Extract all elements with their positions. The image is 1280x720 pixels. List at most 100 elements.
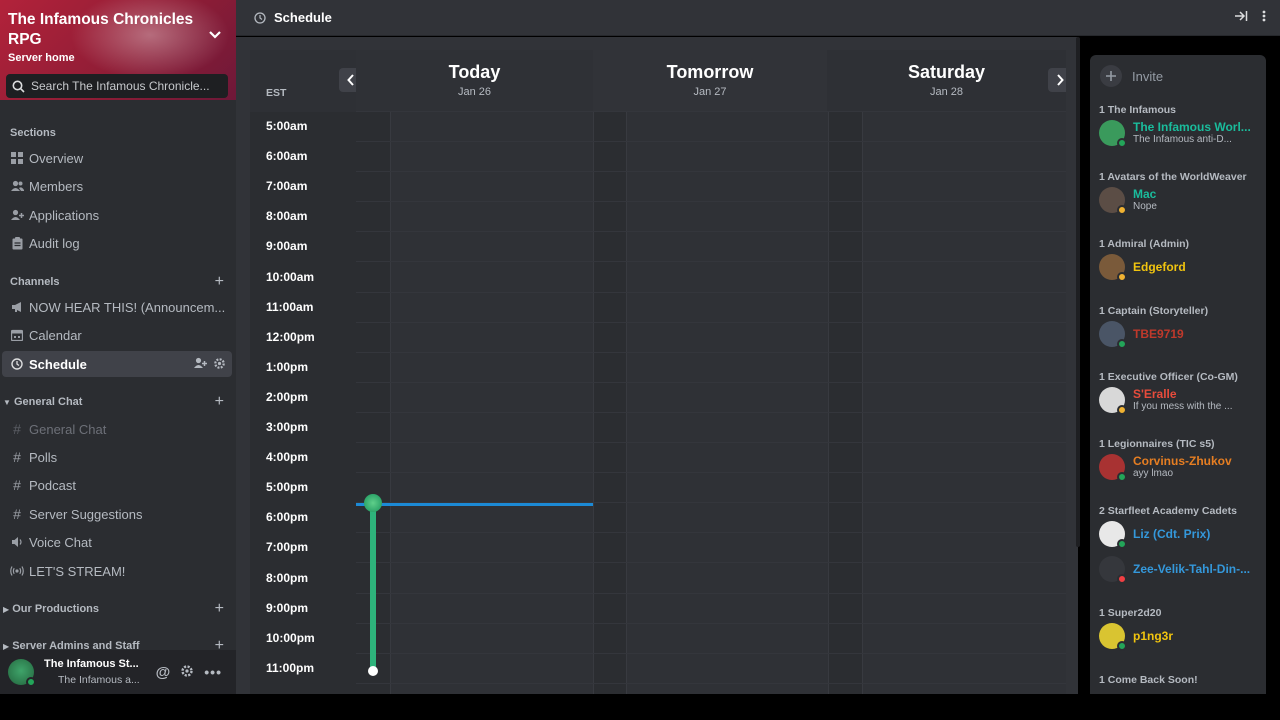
hash-icon: # [13, 421, 21, 437]
user-status: The Infamous a... [58, 674, 140, 686]
add-channel-icon[interactable]: + [215, 274, 224, 290]
presence-status-dot [1117, 405, 1127, 415]
member-list: Invite 1 The Infamous The Infamous Worl..… [1090, 55, 1266, 694]
time-label: 9:00am [266, 239, 308, 254]
member-row[interactable]: S'Eralle If you mess with the ... [1099, 385, 1264, 415]
day-header-today: Today Jan 26 [356, 50, 593, 112]
sections-header: Sections [10, 127, 56, 139]
day-name: Today [448, 62, 501, 82]
sidebar-item-calendar[interactable]: Calendar [2, 322, 232, 348]
member-row[interactable]: The Infamous Worl... The Infamous anti-D.… [1099, 118, 1264, 148]
chevron-down-icon[interactable] [208, 30, 222, 40]
scheduled-event[interactable] [370, 502, 376, 668]
presence-status-dot [1117, 272, 1127, 282]
chevron-left-icon [347, 74, 355, 86]
grid-line [593, 112, 594, 694]
event-end-handle[interactable] [368, 665, 378, 676]
role-header: 1 The Infamous [1099, 104, 1177, 116]
our-productions-header[interactable]: ▶ Our Productions [3, 603, 99, 615]
current-time-indicator [356, 502, 593, 506]
grid-line [356, 442, 1066, 444]
day-header-saturday: Saturday Jan 28 [827, 50, 1066, 112]
chevron-down-icon: ▼ [3, 398, 11, 407]
mention-icon[interactable]: @ [156, 664, 171, 681]
day-date: Jan 27 [693, 86, 727, 98]
more-vertical-icon[interactable] [1262, 10, 1266, 22]
online-status-dot [26, 677, 36, 687]
user-panel: The Infamous St... The Infamous a... @ •… [0, 650, 236, 694]
sidebar-item-label: Server Suggestions [29, 506, 143, 522]
server-home-label: Server home [8, 52, 75, 64]
clipboard-icon [10, 236, 24, 250]
member-status: Nope [1133, 201, 1157, 212]
sidebar-item-label: Schedule [29, 356, 87, 372]
sidebar-item-members[interactable]: Members [2, 173, 232, 199]
member-name: Liz (Cdt. Prix) [1133, 527, 1211, 541]
member-row[interactable]: Edgeford [1099, 252, 1264, 282]
channels-header: Channels [10, 276, 60, 288]
gear-icon[interactable] [180, 664, 194, 681]
server-name[interactable]: The Infamous Chronicles RPG [8, 10, 198, 50]
collapse-panel-icon[interactable] [1234, 10, 1248, 22]
sidebar-item-voice-chat[interactable]: Voice Chat [2, 529, 232, 555]
schedule-calendar: EST Today Jan 26 Tomorrow Jan 27 Saturda… [250, 50, 1066, 694]
avatar[interactable] [8, 659, 36, 687]
gear-icon[interactable] [213, 357, 226, 370]
server-banner[interactable]: The Infamous Chronicles RPG Server home [0, 0, 236, 100]
more-icon[interactable]: ••• [204, 664, 222, 681]
megaphone-icon [10, 300, 24, 314]
member-row[interactable]: p1ng3r [1099, 621, 1264, 651]
sidebar-item-schedule[interactable]: Schedule [2, 351, 232, 377]
server-search[interactable] [6, 74, 228, 98]
sidebar-item-applications[interactable]: Applications [2, 202, 232, 228]
next-days-button[interactable] [1048, 68, 1066, 92]
member-row[interactable]: Liz (Cdt. Prix) [1099, 519, 1264, 549]
member-name: Corvinus-Zhukov [1133, 454, 1232, 468]
sidebar-item-overview[interactable]: Overview [2, 145, 232, 171]
grid-line [356, 682, 1066, 684]
sidebar-item-lets-stream[interactable]: LET'S STREAM! [2, 558, 232, 584]
member-row[interactable]: Zee-Velik-Tahl-Din-... [1099, 554, 1264, 584]
time-label: 11:00pm [266, 660, 315, 675]
general-chat-header[interactable]: ▼ General Chat [3, 396, 82, 408]
presence-status-dot [1117, 138, 1127, 148]
member-row[interactable]: TBE9719 [1099, 319, 1264, 349]
sidebar-item-announcements[interactable]: NOW HEAR THIS! (Announcem... [2, 294, 232, 320]
member-row[interactable]: Mac Nope [1099, 185, 1264, 215]
member-status: If you mess with the ... [1133, 401, 1233, 412]
day-date: Jan 28 [929, 86, 964, 98]
add-member-icon[interactable] [194, 357, 207, 370]
schedule-grid[interactable] [356, 110, 1066, 694]
sidebar-item-audit-log[interactable]: Audit log [2, 230, 232, 256]
sidebar-item-polls[interactable]: # Polls [2, 444, 232, 470]
time-label: 7:00pm [266, 540, 309, 555]
add-channel-icon[interactable]: + [215, 394, 224, 410]
grid-line [356, 231, 1066, 233]
presence-status-dot [1117, 539, 1127, 549]
presence-status-dot [1117, 205, 1127, 215]
role-header: 1 Legionnaires (TIC s5) [1099, 438, 1215, 450]
member-name: The Infamous Worl... [1133, 120, 1251, 134]
invite-button[interactable]: Invite [1100, 65, 1163, 87]
day-date: Jan 26 [457, 86, 492, 98]
sidebar-item-podcast[interactable]: # Podcast [2, 472, 232, 498]
search-input[interactable] [31, 79, 221, 93]
grid-line [356, 351, 1066, 353]
sidebar-item-general-chat[interactable]: # General Chat [2, 416, 232, 442]
presence-status-dot [1117, 339, 1127, 349]
add-channel-icon[interactable]: + [215, 601, 224, 617]
schedule-main: EST Today Jan 26 Tomorrow Jan 27 Saturda… [236, 37, 1078, 694]
time-label: 3:00pm [266, 420, 309, 434]
member-row[interactable]: Corvinus-Zhukov ayy lmao [1099, 452, 1264, 482]
grid-line [356, 110, 1066, 112]
member-name: S'Eralle [1133, 387, 1177, 401]
calendar-header: EST Today Jan 26 Tomorrow Jan 27 Saturda… [250, 50, 1066, 112]
role-header: 1 Avatars of the WorldWeaver [1099, 171, 1247, 183]
sidebar-item-server-suggestions[interactable]: # Server Suggestions [2, 501, 232, 527]
grid-line [356, 562, 1066, 564]
member-status: ayy lmao [1133, 468, 1174, 479]
calendar-icon [10, 328, 24, 342]
grid-line [356, 141, 1066, 143]
members-icon [10, 179, 24, 193]
scrollbar[interactable] [1076, 37, 1080, 547]
